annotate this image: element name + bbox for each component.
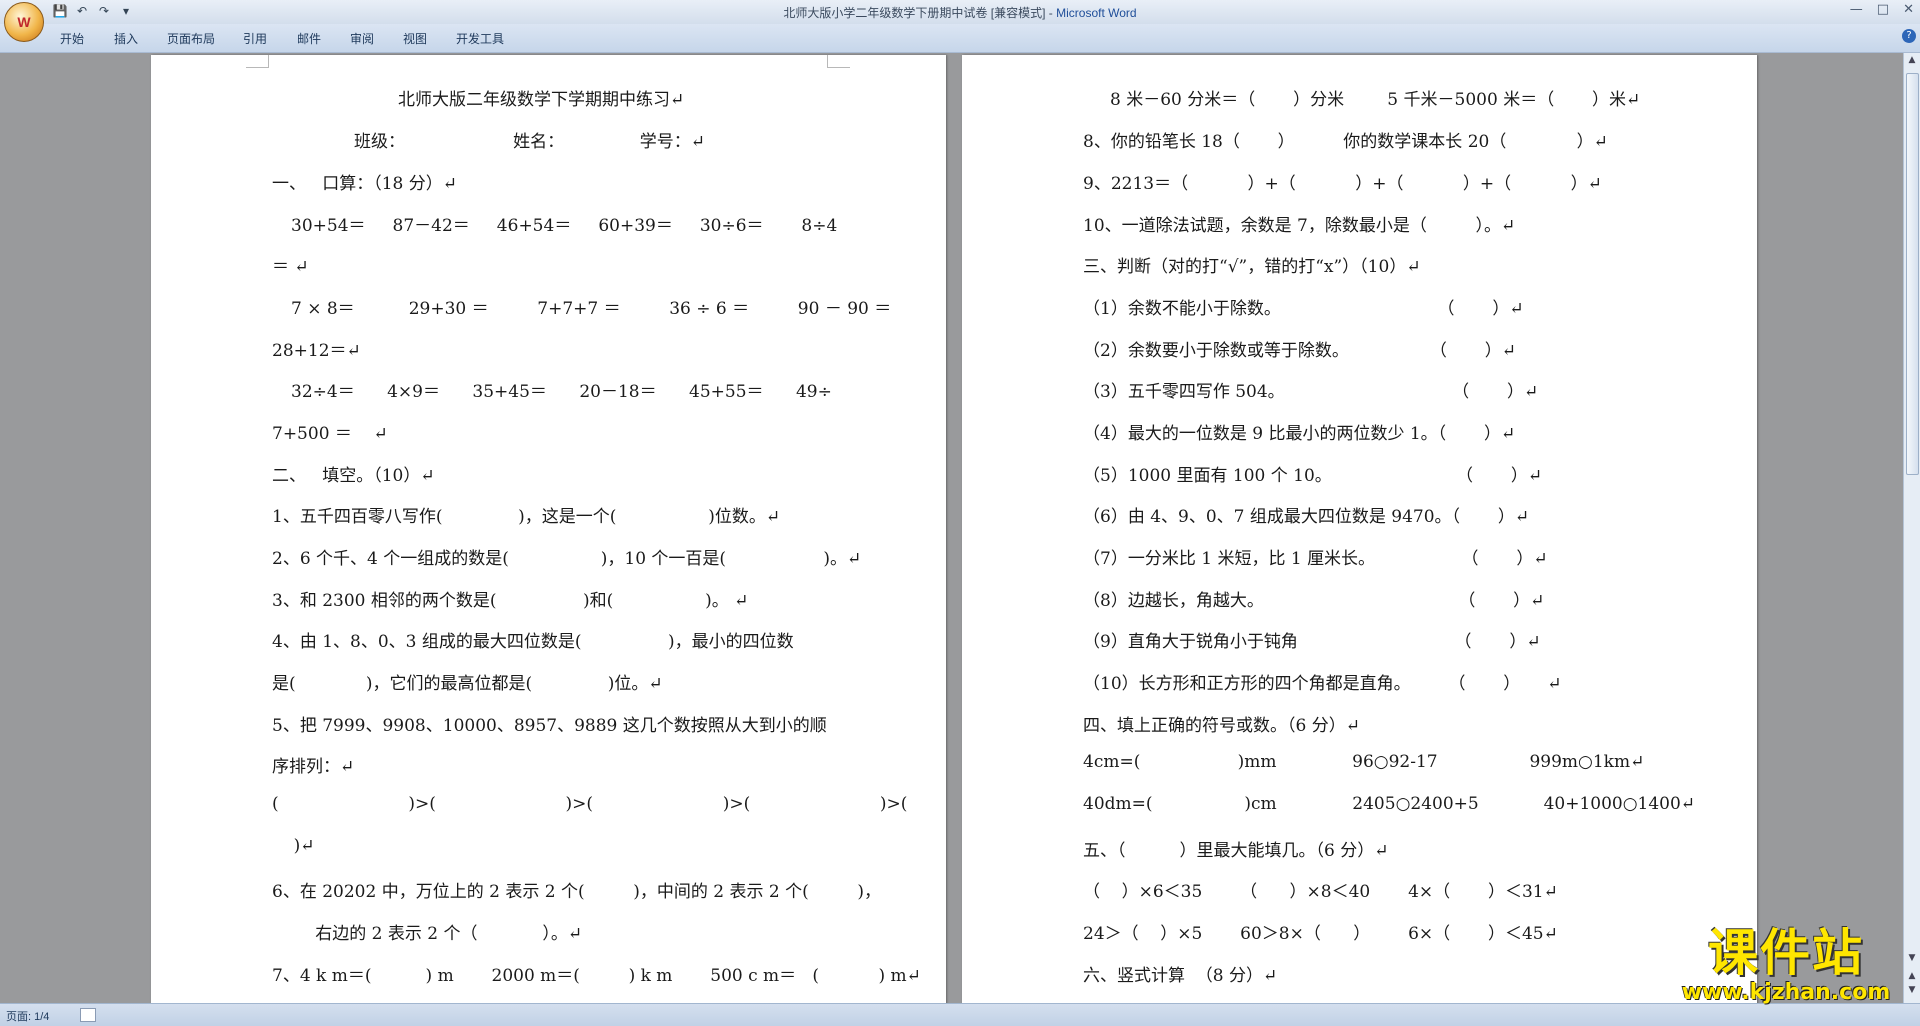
watermark-logo: 课件站 www.kjzhan.com xyxy=(1666,925,1906,1005)
watermark-main: 课件站 xyxy=(1708,923,1864,982)
doc-line: 24＞（ ）×5 60＞8×（ ） 6×（ ）＜45↵ xyxy=(1083,924,1558,944)
vertical-scrollbar[interactable]: ▲ ▼ ▲ ▼ xyxy=(1903,53,1920,1003)
title-bar: 💾 ↶ ↷ ▾ 北师大版小学二年级数学下册期中试卷 [兼容模式] - Micro… xyxy=(0,0,1920,24)
doc-line: 1、五千四百零八写作( )，这是一个( )位数。↵ xyxy=(272,507,781,527)
doc-title: 北师大版二年级数学下学期期中练习↵ xyxy=(398,90,685,110)
help-icon[interactable]: ? xyxy=(1902,29,1916,43)
status-bar: 页面: 1/4 xyxy=(0,1003,1920,1026)
tab-references[interactable]: 引用 xyxy=(243,30,267,47)
doc-line: 28+12＝↵ xyxy=(272,341,361,361)
tab-view[interactable]: 视图 xyxy=(403,30,427,47)
tab-review[interactable]: 审阅 xyxy=(350,30,374,47)
doc-line: )↵ xyxy=(272,836,315,856)
previous-page-icon[interactable]: ▲ xyxy=(1906,971,1918,983)
document-title: 北师大版小学二年级数学下册期中试卷 [兼容模式] xyxy=(783,6,1046,20)
ribbon-tabs: 开始 插入 页面布局 引用 邮件 审阅 视图 开发工具 xyxy=(0,24,1920,53)
doc-line: 班级： 姓名： 学号：↵ xyxy=(354,132,705,152)
tab-page-layout[interactable]: 页面布局 xyxy=(167,30,215,47)
minimize-icon[interactable]: — xyxy=(1850,2,1863,17)
close-icon[interactable]: ✕ xyxy=(1903,2,1914,17)
section-heading: 五、（ ）里最大能填几。（6 分）↵ xyxy=(1083,841,1389,861)
window-controls: — □ ✕ xyxy=(1850,2,1914,17)
section-heading: 四、填上正确的符号或数。（6 分）↵ xyxy=(1083,716,1360,736)
doc-line: 30+54＝ 87－42＝ 46+54＝ 60+39＝ 30÷6＝ 8÷4 xyxy=(291,216,838,236)
tab-home[interactable]: 开始 xyxy=(60,30,84,47)
scroll-down-icon[interactable]: ▼ xyxy=(1906,953,1918,965)
doc-line: 是( )，它们的最高位都是( )位。↵ xyxy=(272,674,663,694)
doc-line: 6、在 20202 中，万位上的 2 表示 2 个( )，中间的 2 表示 2 … xyxy=(272,882,881,902)
section-heading: 一、 口算：（18 分）↵ xyxy=(272,174,457,194)
office-logo-icon: W xyxy=(17,14,31,30)
doc-line: 4、由 1、8、0、3 组成的最大四位数是( )，最小的四位数 xyxy=(272,632,794,652)
doc-line: （6）由 4、9、0、7 组成最大四位数是 9470。（ ）↵ xyxy=(1083,507,1530,527)
doc-line: 3、和 2300 相邻的两个数是( )和( )。 ↵ xyxy=(272,591,749,611)
doc-line: 序排列：↵ xyxy=(272,757,355,777)
doc-line: ＝ ↵ xyxy=(272,257,309,277)
doc-line: ( )>( )>( )>( )>( xyxy=(272,794,908,814)
doc-line: 9、2213＝（ ）+（ ）+（ ）+（ ）↵ xyxy=(1083,174,1602,194)
proofing-icon[interactable] xyxy=(80,1008,96,1022)
doc-line: 右边的 2 表示 2 个（ ）。↵ xyxy=(272,924,583,944)
doc-line: （4）最大的一位数是 9 比最小的两位数少 1。（ ）↵ xyxy=(1083,424,1516,444)
doc-line: 40dm=( )cm 2405○2400+5 40+1000○1400↵ xyxy=(1083,794,1696,814)
doc-line: （8）边越长，角越大。 （ ）↵ xyxy=(1083,591,1545,611)
watermark-url: www.kjzhan.com xyxy=(1681,980,1891,1005)
doc-line: 4cm=( )mm 96○92-17 999m○1km↵ xyxy=(1083,752,1645,772)
doc-line: 7+500 ＝ ↵ xyxy=(272,424,388,444)
app-name: Microsoft Word xyxy=(1056,6,1137,20)
doc-line: 10、一道除法试题，余数是 7，除数最小是（ ）。↵ xyxy=(1083,216,1516,236)
doc-line: （2）余数要小于除数或等于除数。 （ ）↵ xyxy=(1083,341,1516,361)
section-heading: 六、竖式计算 （8 分）↵ xyxy=(1083,966,1278,986)
page-1[interactable]: 北师大版二年级数学下学期期中练习↵ 班级： 姓名： 学号：↵ 一、 口算：（18… xyxy=(151,55,946,1003)
doc-line: 7 × 8＝ 29+30 ＝ 7+7+7 ＝ 36 ÷ 6 ＝ 90 － 90 … xyxy=(291,299,892,319)
document-workspace: 北师大版二年级数学下学期期中练习↵ 班级： 姓名： 学号：↵ 一、 口算：（18… xyxy=(0,53,1904,1003)
window-title: 北师大版小学二年级数学下册期中试卷 [兼容模式] - Microsoft Wor… xyxy=(783,6,1137,20)
doc-line: 5、把 7999、9908、10000、8957、9889 这几个数按照从大到小… xyxy=(272,716,827,736)
margin-corner-tr xyxy=(827,55,850,68)
section-heading: 三、判断（对的打“√”，错的打“x”）（10）↵ xyxy=(1083,257,1421,277)
doc-line: （10）长方形和正方形的四个角都是直角。 （ ） ↵ xyxy=(1083,674,1562,694)
page-indicator[interactable]: 页面: 1/4 xyxy=(6,1008,49,1024)
margin-corner-tl xyxy=(246,55,269,68)
doc-line: 8、你的铅笔长 18（ ） 你的数学课本长 20（ ）↵ xyxy=(1083,132,1608,152)
doc-line: 7、4 k m＝( ) m 2000 m＝( ) k m 500 c m＝ ( … xyxy=(272,966,921,986)
doc-line: 8 米－60 分米＝（ ）分米 5 千米－5000 米＝（ ）米↵ xyxy=(1110,90,1641,110)
tab-mailings[interactable]: 邮件 xyxy=(297,30,321,47)
doc-line: 2、6 个千、4 个一组成的数是( )，10 个一百是( )。↵ xyxy=(272,549,862,569)
doc-line: （5）1000 里面有 100 个 10。 （ ）↵ xyxy=(1083,466,1543,486)
office-button[interactable]: W xyxy=(4,2,44,42)
doc-line: （ ）×6＜35 （ ）×8＜40 4×（ ）＜31↵ xyxy=(1083,882,1558,902)
section-heading: 二、 填空。（10）↵ xyxy=(272,466,435,486)
doc-line: （7）一分米比 1 米短，比 1 厘米长。 （ ）↵ xyxy=(1083,549,1548,569)
scrollbar-thumb[interactable] xyxy=(1906,73,1919,475)
scroll-up-icon[interactable]: ▲ xyxy=(1906,55,1918,67)
doc-line: 32÷4＝ 4×9＝ 35+45＝ 20－18＝ 45+55＝ 49÷ xyxy=(291,382,832,402)
maximize-icon[interactable]: □ xyxy=(1877,2,1889,17)
tab-developer[interactable]: 开发工具 xyxy=(456,30,504,47)
page-2[interactable]: 8 米－60 分米＝（ ）分米 5 千米－5000 米＝（ ）米↵ 8、你的铅笔… xyxy=(962,55,1757,1003)
doc-line: （1）余数不能小于除数。 （ ）↵ xyxy=(1083,299,1524,319)
tab-insert[interactable]: 插入 xyxy=(114,30,138,47)
next-page-icon[interactable]: ▼ xyxy=(1906,985,1918,997)
doc-line: （3）五千零四写作 504。 （ ）↵ xyxy=(1083,382,1539,402)
doc-line: （9）直角大于锐角小于钝角 （ ）↵ xyxy=(1083,632,1541,652)
